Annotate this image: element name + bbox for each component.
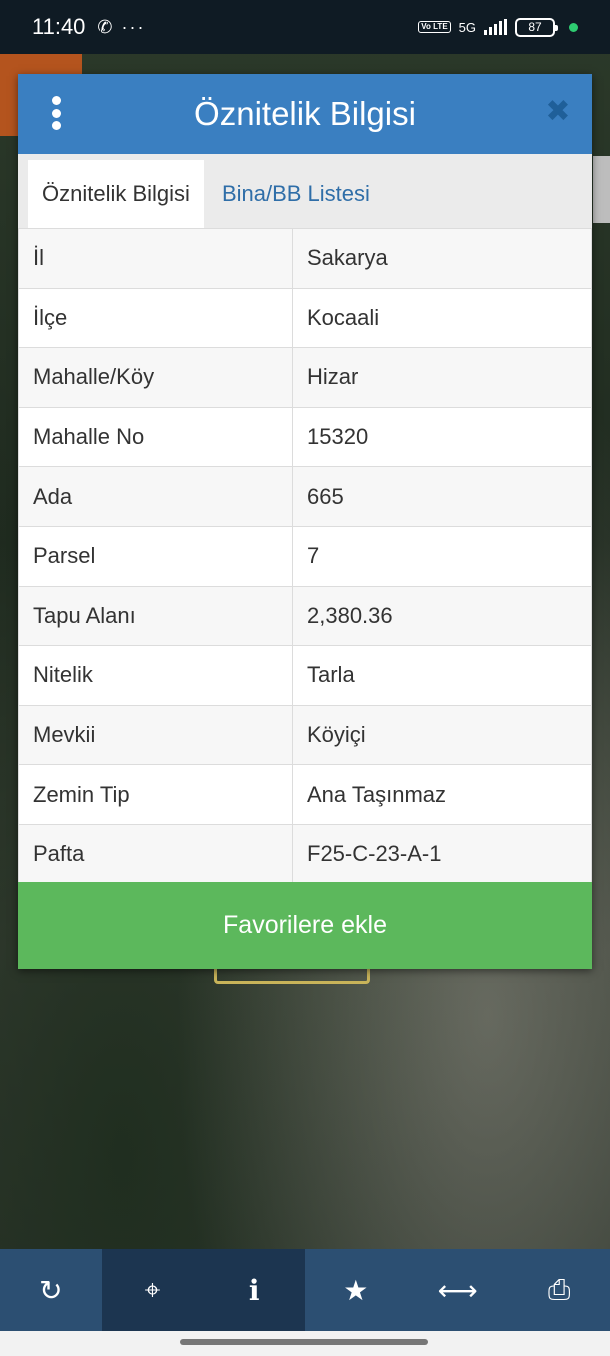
- attribute-value: F25-C-23-A-1: [292, 823, 592, 885]
- refresh-button[interactable]: ↻: [0, 1249, 102, 1331]
- attribute-key: Tapu Alanı: [18, 585, 293, 647]
- attribute-key: Mahalle No: [18, 406, 293, 468]
- battery-icon: 87: [515, 17, 558, 37]
- attribute-key: Parsel: [18, 525, 293, 587]
- table-row: Ada 665: [18, 466, 592, 527]
- attribute-value: Ana Taşınmaz: [292, 764, 592, 825]
- table-row: Pafta F25-C-23-A-1: [18, 823, 592, 885]
- table-row: Zemin Tip Ana Taşınmaz: [18, 764, 592, 825]
- table-row: Mahalle No 15320: [18, 406, 592, 468]
- status-bar: 11:40 ✆ ··· Vo LTE 5G 87: [0, 0, 610, 54]
- locate-button[interactable]: ⌖: [101, 1249, 204, 1331]
- attribute-value: 15320: [292, 406, 592, 468]
- signal-icon: [484, 19, 507, 35]
- battery-level: 87: [528, 20, 542, 34]
- attribute-key: Zemin Tip: [18, 764, 293, 825]
- bottom-toolbar: ↻ ⌖ i ★ ⟷ ⎙: [0, 1249, 610, 1331]
- locate-icon: ⌖: [144, 1273, 161, 1305]
- info-button[interactable]: i: [203, 1249, 306, 1331]
- measure-icon: ⟷: [437, 1274, 478, 1306]
- attribute-value: Hizar: [292, 347, 592, 408]
- more-vertical-icon[interactable]: [48, 96, 64, 130]
- attribute-key: İl: [18, 228, 293, 289]
- attribute-key: Mahalle/Köy: [18, 347, 293, 408]
- table-row: Mahalle/Köy Hizar: [18, 347, 592, 408]
- map-side-panel: [593, 156, 610, 223]
- attribute-value: 7: [292, 525, 592, 587]
- attribute-key: Mevkii: [18, 704, 293, 766]
- measure-button[interactable]: ⟷: [407, 1249, 509, 1331]
- table-row: İl Sakarya: [18, 228, 592, 289]
- attribute-table: İl Sakarya İlçe Kocaali Mahalle/Köy Hizar Maha…: [18, 228, 592, 885]
- status-right: Vo LTE 5G 87: [418, 17, 578, 37]
- table-row: Tapu Alanı 2,380.36: [18, 585, 592, 647]
- home-indicator[interactable]: [180, 1339, 428, 1345]
- volte-icon: Vo LTE: [418, 21, 451, 33]
- table-row: Nitelik Tarla: [18, 645, 592, 706]
- star-icon: ★: [343, 1274, 369, 1306]
- table-row: Parsel 7: [18, 525, 592, 587]
- attribute-key: Ada: [18, 466, 293, 527]
- attribute-key: Nitelik: [18, 645, 293, 706]
- dialog-title: Öznitelik Bilgisi: [194, 95, 416, 132]
- info-icon: i: [248, 1273, 260, 1307]
- print-button[interactable]: ⎙: [508, 1249, 610, 1331]
- attribute-value: Tarla: [292, 645, 592, 706]
- favorites-button[interactable]: ★: [305, 1249, 407, 1331]
- add-to-favorites-button[interactable]: Favorilere ekle: [18, 882, 592, 969]
- privacy-indicator-icon: [569, 22, 578, 32]
- print-icon: ⎙: [547, 1273, 571, 1305]
- attribute-dialog: Öznitelik Bilgisi ✖ Öznitelik Bilgisi Bi…: [18, 74, 592, 969]
- attribute-value: Sakarya: [292, 228, 592, 289]
- notification-icons: ✆ ···: [97, 16, 146, 37]
- close-icon[interactable]: ✖: [544, 97, 572, 127]
- attribute-key: İlçe: [18, 287, 293, 349]
- attribute-value: 665: [292, 466, 592, 527]
- table-row: Mevkii Köyiçi: [18, 704, 592, 766]
- attribute-key: Pafta: [18, 823, 293, 885]
- refresh-icon: ↻: [39, 1274, 63, 1306]
- tab-bar: Öznitelik Bilgisi Bina/BB Listesi: [18, 154, 592, 228]
- tab-building-list[interactable]: Bina/BB Listesi: [204, 160, 384, 228]
- tab-attributes[interactable]: Öznitelik Bilgisi: [28, 160, 204, 228]
- dialog-header: Öznitelik Bilgisi ✖: [18, 74, 592, 154]
- attribute-value: 2,380.36: [292, 585, 592, 647]
- attribute-value: Köyiçi: [292, 704, 592, 766]
- table-row: İlçe Kocaali: [18, 287, 592, 349]
- network-label: 5G: [458, 19, 476, 35]
- attribute-value: Kocaali: [292, 287, 592, 349]
- status-time: 11:40: [32, 14, 86, 39]
